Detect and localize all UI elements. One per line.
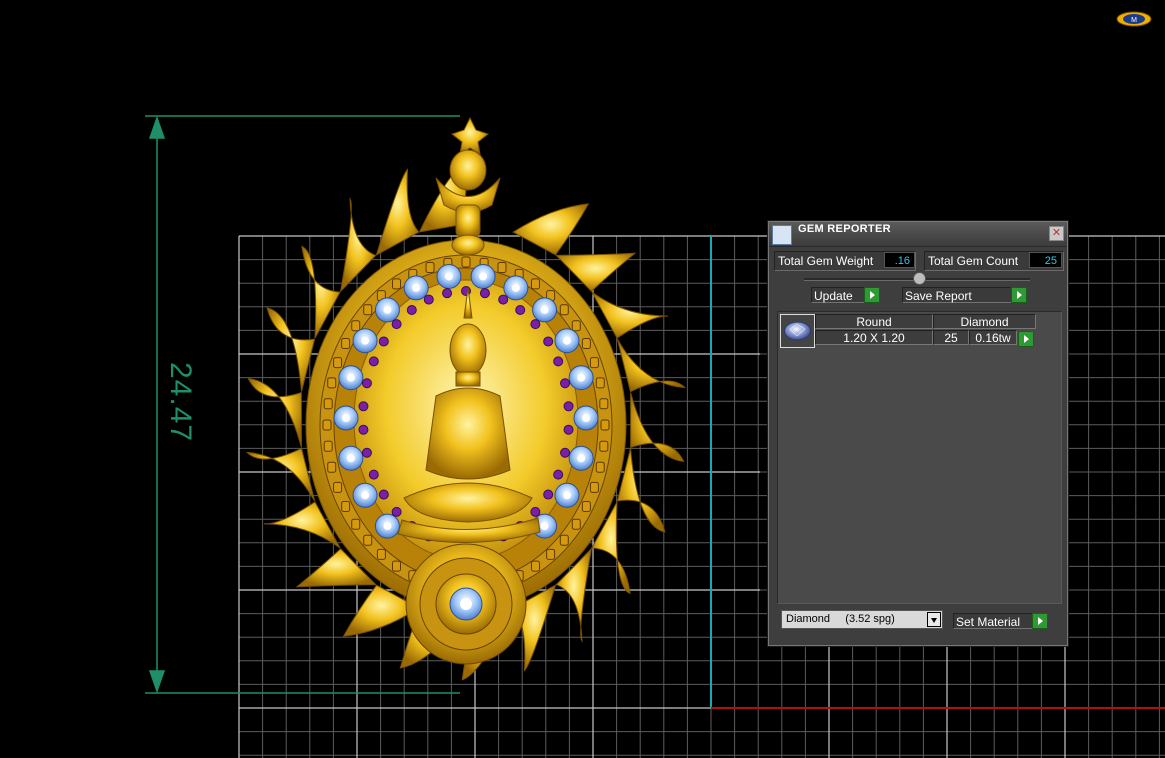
total-gem-weight-field: Total Gem Weight .16 [774, 251, 916, 271]
gem-list[interactable]: Round Diamond 1.20 X 1.20 25 0.16tw [777, 311, 1062, 604]
material-select-value: Diamond (3.52 spg) [786, 613, 895, 625]
flame-petal [616, 338, 686, 393]
purple-gem [560, 447, 571, 458]
gem-material-cell: Diamond [933, 314, 1036, 329]
svg-text:M: M [1131, 17, 1137, 24]
gem-shape-cell: Round [815, 314, 933, 329]
purple-gem [530, 319, 541, 330]
purple-gem [515, 305, 526, 316]
set-material-button[interactable]: Set Material [953, 613, 1033, 629]
flame-petal [266, 307, 316, 392]
gem-reporter-panel[interactable]: GEM REPORTER ✕ Total Gem Weight .16 Tota… [768, 221, 1068, 646]
matrix-logo-icon: M [1116, 11, 1152, 27]
panel-titlebar[interactable]: GEM REPORTER ✕ [769, 222, 1067, 247]
pendant-model [246, 116, 686, 681]
total-gem-count-label: Total Gem Count [928, 254, 1019, 268]
purple-gem [560, 378, 571, 389]
dimension-label: 24.47 [164, 362, 197, 443]
flame-petal [630, 392, 685, 462]
purple-gem [361, 378, 372, 389]
purple-gem [563, 401, 574, 412]
set-material-go-icon[interactable] [1032, 613, 1048, 629]
purple-gem [553, 469, 564, 480]
save-report-go-icon[interactable] [1011, 287, 1027, 303]
purple-gem [543, 489, 554, 500]
purple-gem [543, 336, 554, 347]
purple-gem [406, 305, 417, 316]
purple-gem [391, 319, 402, 330]
purple-gem [530, 506, 541, 517]
purple-gem [391, 506, 402, 517]
flame-petal [512, 203, 590, 256]
total-gem-count-value: 25 [1029, 252, 1062, 268]
purple-gem [442, 288, 453, 299]
splitter-handle[interactable] [913, 272, 926, 285]
purple-gem [368, 356, 379, 367]
update-go-icon[interactable] [864, 287, 880, 303]
gem-row-go-icon[interactable] [1018, 331, 1034, 347]
total-gem-count-field: Total Gem Count 25 [924, 251, 1064, 271]
total-gem-weight-value: .16 [884, 252, 915, 268]
material-select[interactable]: Diamond (3.52 spg) [781, 610, 943, 629]
purple-gem [553, 356, 564, 367]
purple-gem [479, 288, 490, 299]
purple-gem [423, 294, 434, 305]
purple-gem [563, 424, 574, 435]
total-gem-weight-label: Total Gem Weight [778, 254, 874, 268]
flame-petal [247, 378, 302, 448]
purple-gem [358, 401, 369, 412]
close-icon[interactable]: ✕ [1049, 226, 1064, 241]
flame-petal [246, 447, 316, 502]
round-gem-icon[interactable] [780, 314, 815, 348]
purple-gem [368, 469, 379, 480]
panel-title: GEM REPORTER [798, 223, 891, 235]
gem-report-icon [772, 225, 792, 245]
purple-gem [358, 424, 369, 435]
gem-weight-cell: 0.16tw [969, 330, 1017, 345]
purple-gem [498, 294, 509, 305]
update-button[interactable]: Update [811, 287, 865, 303]
purple-gem [361, 447, 372, 458]
lower-medallion [405, 543, 527, 665]
gem-size-cell: 1.20 X 1.20 [815, 330, 933, 345]
purple-gem [378, 489, 389, 500]
purple-gem [378, 336, 389, 347]
gem-count-cell: 25 [933, 330, 969, 345]
flame-petal [375, 168, 420, 256]
chevron-down-icon[interactable] [927, 612, 941, 627]
save-report-button[interactable]: Save Report [902, 287, 1012, 303]
